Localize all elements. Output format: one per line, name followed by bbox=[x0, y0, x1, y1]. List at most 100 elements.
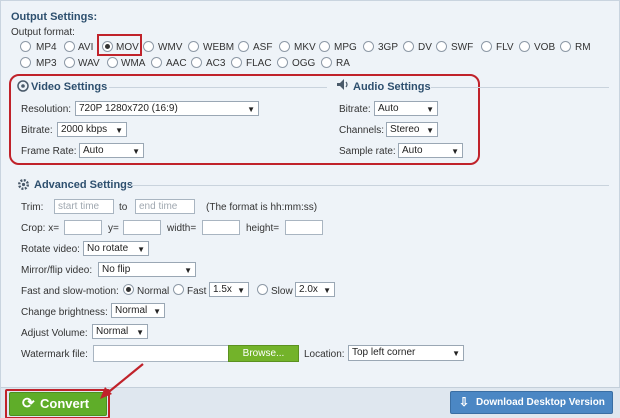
format-label-mpg: MPG bbox=[334, 42, 357, 53]
crop-x-input[interactable] bbox=[64, 220, 102, 235]
brightness-select[interactable]: Normal ▼ bbox=[111, 303, 165, 318]
audio-bitrate-label: Bitrate: bbox=[339, 104, 371, 115]
crop-width-input[interactable] bbox=[202, 220, 240, 235]
output-format-label: Output format: bbox=[11, 27, 75, 38]
audio-section-divider bbox=[431, 87, 609, 88]
format-radio-rm[interactable] bbox=[560, 41, 571, 52]
format-label-3gp: 3GP bbox=[378, 42, 399, 53]
speed-normal-label: Normal bbox=[137, 286, 170, 297]
rotate-value: No rotate bbox=[87, 243, 129, 254]
chevron-down-icon: ▼ bbox=[452, 349, 460, 358]
channels-select[interactable]: Stereo ▼ bbox=[386, 122, 438, 137]
resolution-value: 720P 1280x720 (16:9) bbox=[79, 103, 178, 114]
watermark-label: Watermark file: bbox=[21, 349, 88, 360]
output-settings-title: Output Settings: bbox=[11, 11, 98, 23]
format-label-avi: AVI bbox=[78, 42, 94, 53]
format-radio-flv[interactable] bbox=[481, 41, 492, 52]
crop-x-label: Crop: x= bbox=[21, 223, 60, 234]
format-label-webm: WEBM bbox=[203, 42, 235, 53]
format-radio-flac[interactable] bbox=[231, 57, 242, 68]
framerate-value: Auto bbox=[83, 145, 104, 156]
location-select[interactable]: Top left corner ▼ bbox=[348, 345, 464, 361]
format-radio-mp4[interactable] bbox=[20, 41, 31, 52]
format-radio-asf[interactable] bbox=[238, 41, 249, 52]
download-desktop-button[interactable]: ⇩ Download Desktop Version bbox=[450, 391, 613, 414]
crop-y-input[interactable] bbox=[123, 220, 161, 235]
channels-value: Stereo bbox=[390, 124, 420, 135]
audio-bitrate-select[interactable]: Auto ▼ bbox=[374, 101, 438, 116]
trim-start-input[interactable]: start time bbox=[54, 199, 114, 214]
rotate-select[interactable]: No rotate ▼ bbox=[83, 241, 149, 256]
format-radio-avi[interactable] bbox=[64, 41, 75, 52]
location-label: Location: bbox=[304, 349, 345, 360]
chevron-down-icon: ▼ bbox=[153, 307, 161, 316]
samplerate-select[interactable]: Auto ▼ bbox=[398, 143, 463, 158]
format-radio-wmv[interactable] bbox=[143, 41, 154, 52]
format-label-dv: DV bbox=[418, 42, 432, 53]
video-bitrate-label: Bitrate: bbox=[21, 125, 53, 136]
rotate-label: Rotate video: bbox=[21, 244, 80, 255]
resolution-label: Resolution: bbox=[21, 104, 72, 115]
browse-button[interactable]: Browse... bbox=[228, 345, 299, 362]
format-radio-mp3[interactable] bbox=[20, 57, 31, 68]
download-icon: ⇩ bbox=[459, 395, 470, 409]
speed-normal-radio[interactable] bbox=[123, 284, 134, 295]
format-radio-swf[interactable] bbox=[436, 41, 447, 52]
format-label-rm: RM bbox=[575, 42, 591, 53]
format-radio-mpg[interactable] bbox=[319, 41, 330, 52]
speed-fast-radio[interactable] bbox=[173, 284, 184, 295]
format-radio-wma[interactable] bbox=[107, 57, 118, 68]
speed-slow-select[interactable]: 2.0x ▼ bbox=[295, 282, 335, 297]
video-bitrate-select[interactable]: 2000 kbps ▼ bbox=[57, 122, 127, 137]
format-label-mp3: MP3 bbox=[36, 58, 57, 69]
volume-select[interactable]: Normal ▼ bbox=[92, 324, 148, 339]
speed-fast-select[interactable]: 1.5x ▼ bbox=[209, 282, 249, 297]
format-radio-ra[interactable] bbox=[321, 57, 332, 68]
format-label-vob: VOB bbox=[534, 42, 556, 53]
video-section-divider bbox=[109, 87, 327, 88]
chevron-down-icon: ▼ bbox=[184, 266, 192, 275]
channels-label: Channels: bbox=[339, 125, 385, 136]
format-radio-ogg[interactable] bbox=[277, 57, 288, 68]
format-radio-webm[interactable] bbox=[188, 41, 199, 52]
format-label-mp4: MP4 bbox=[36, 42, 57, 53]
location-value: Top left corner bbox=[352, 347, 416, 358]
mirror-select[interactable]: No flip ▼ bbox=[98, 262, 196, 277]
format-radio-wav[interactable] bbox=[64, 57, 75, 68]
format-label-wav: WAV bbox=[78, 58, 100, 69]
samplerate-value: Auto bbox=[402, 145, 423, 156]
format-radio-dv[interactable] bbox=[403, 41, 414, 52]
format-radio-ac3[interactable] bbox=[191, 57, 202, 68]
watermark-file-input[interactable] bbox=[93, 345, 229, 362]
audio-settings-title: Audio Settings bbox=[353, 81, 431, 93]
chevron-down-icon: ▼ bbox=[115, 126, 123, 135]
speed-slow-label: Slow bbox=[271, 286, 293, 297]
format-label-ac3: AC3 bbox=[206, 58, 226, 69]
brightness-value: Normal bbox=[115, 305, 148, 316]
format-label-flac: FLAC bbox=[246, 58, 272, 69]
chevron-down-icon: ▼ bbox=[323, 286, 331, 295]
format-radio-aac[interactable] bbox=[151, 57, 162, 68]
crop-height-label: height= bbox=[246, 223, 280, 234]
resolution-select[interactable]: 720P 1280x720 (16:9) ▼ bbox=[75, 101, 259, 116]
audio-settings-icon bbox=[337, 79, 348, 90]
trim-end-input[interactable]: end time bbox=[135, 199, 195, 214]
audio-bitrate-value: Auto bbox=[378, 103, 399, 114]
gear-icon bbox=[17, 178, 30, 191]
framerate-label: Frame Rate: bbox=[21, 146, 77, 157]
chevron-down-icon: ▼ bbox=[451, 147, 459, 156]
samplerate-label: Sample rate: bbox=[339, 146, 396, 157]
chevron-down-icon: ▼ bbox=[137, 245, 145, 254]
crop-y-label: y= bbox=[108, 223, 119, 234]
format-label-asf: ASF bbox=[253, 42, 273, 53]
framerate-select[interactable]: Auto ▼ bbox=[79, 143, 144, 158]
format-radio-mkv[interactable] bbox=[279, 41, 290, 52]
format-radio-vob[interactable] bbox=[519, 41, 530, 52]
format-radio-3gp[interactable] bbox=[363, 41, 374, 52]
crop-height-input[interactable] bbox=[285, 220, 323, 235]
video-settings-icon bbox=[17, 80, 29, 92]
chevron-down-icon: ▼ bbox=[247, 105, 255, 114]
mirror-label: Mirror/flip video: bbox=[21, 265, 93, 276]
mirror-value: No flip bbox=[102, 264, 131, 275]
speed-slow-radio[interactable] bbox=[257, 284, 268, 295]
